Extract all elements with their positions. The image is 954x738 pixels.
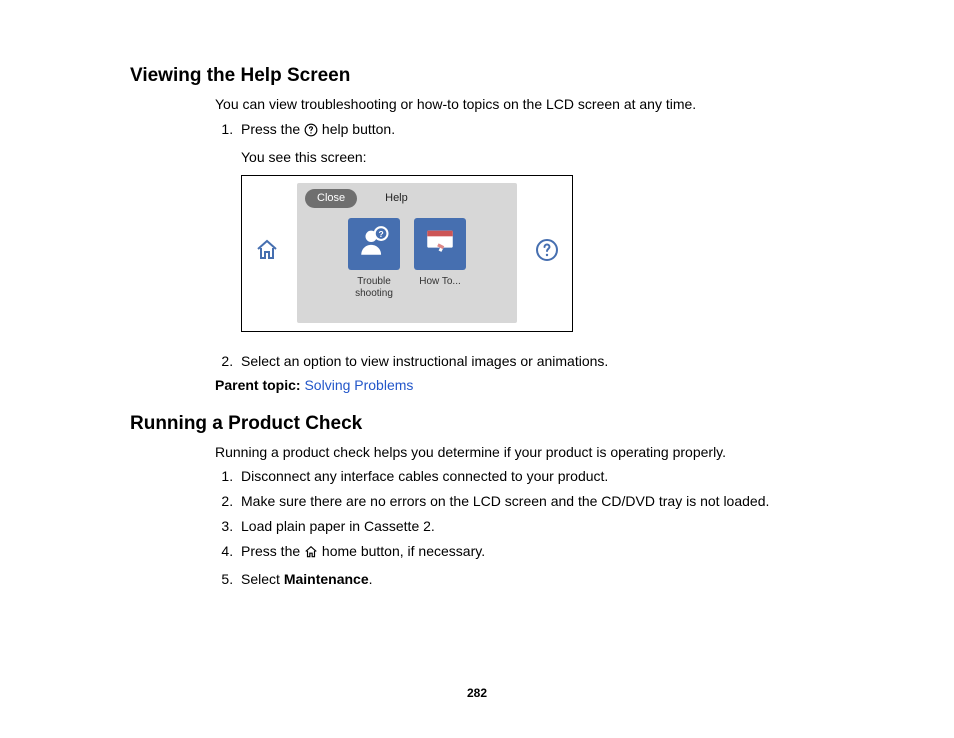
lcd-title: Help: [385, 191, 408, 206]
home-icon: [304, 545, 318, 564]
parent-topic-link[interactable]: Solving Problems: [304, 377, 413, 393]
step1-text-a: Press the: [241, 121, 304, 137]
page-number: 282: [0, 686, 954, 700]
section2-step2: Make sure there are no errors on the LCD…: [237, 492, 834, 511]
screen-hand-icon: [423, 225, 457, 264]
parent-topic: Parent topic: Solving Problems: [215, 377, 834, 393]
step5-text-b: Maintenance: [284, 571, 369, 587]
parent-topic-label: Parent topic:: [215, 377, 304, 393]
section-heading-2: Running a Product Check: [130, 413, 834, 435]
lcd-panel: Close Help ? Trou: [297, 183, 517, 323]
step5-text-a: Select: [241, 571, 284, 587]
tile1-label-1: Trouble: [357, 276, 391, 287]
section-heading-1: Viewing the Help Screen: [130, 65, 834, 87]
close-button: Close: [305, 189, 357, 208]
section2-step5: Select Maintenance.: [237, 570, 834, 589]
person-question-icon: ?: [357, 225, 391, 264]
tile2-label: How To...: [414, 276, 466, 288]
section2-step4: Press the home button, if necessary.: [237, 542, 834, 564]
step4-text-b: home button, if necessary.: [318, 543, 485, 559]
section2-step3: Load plain paper in Cassette 2.: [237, 517, 834, 536]
help-circle-icon: [304, 123, 318, 142]
lcd-screenshot: Close Help ? Trou: [241, 175, 573, 332]
tile-troubleshooting: ? Troubleshooting: [348, 218, 400, 300]
step4-text-a: Press the: [241, 543, 304, 559]
step1-substep: You see this screen:: [241, 148, 834, 167]
tile1-label-2: shooting: [355, 288, 393, 299]
step5-text-c: .: [369, 571, 373, 587]
section2-intro: Running a product check helps you determ…: [215, 443, 834, 462]
home-outline-icon: [255, 238, 279, 267]
help-circle-outline-icon: [535, 238, 559, 267]
section1-intro: You can view troubleshooting or how-to t…: [215, 95, 834, 114]
section2-step1: Disconnect any interface cables connecte…: [237, 467, 834, 486]
tile-howto: How To...: [414, 218, 466, 300]
svg-text:?: ?: [378, 229, 383, 239]
step1-text-b: help button.: [318, 121, 395, 137]
section1-step2: Select an option to view instructional i…: [237, 352, 834, 371]
section1-step1: Press the help button. You see this scre…: [237, 120, 834, 332]
